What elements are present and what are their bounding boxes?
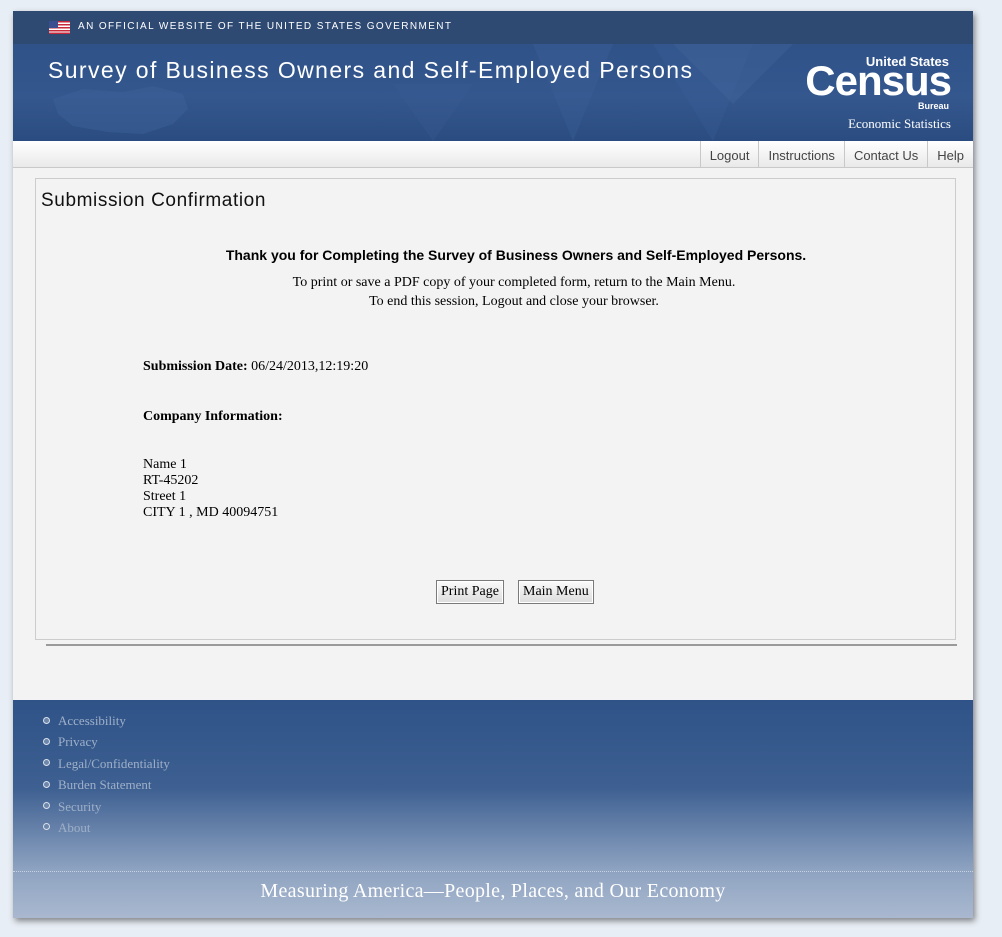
gov-notice-bar: AN OFFICIAL WEBSITE OF THE UNITED STATES…: [13, 11, 973, 44]
logo-census: Census: [805, 57, 952, 104]
page-title: Submission Confirmation: [41, 190, 266, 211]
top-nav: Logout Instructions Contact Us Help: [13, 141, 973, 168]
bullet-icon: [43, 759, 50, 767]
gov-notice-text: AN OFFICIAL WEBSITE OF THE UNITED STATES…: [78, 21, 453, 32]
bullet-icon: [43, 737, 50, 745]
main-menu-button[interactable]: Main Menu: [518, 580, 594, 604]
company-info-label: Company Information:: [143, 409, 283, 424]
bullet-icon: [43, 780, 50, 788]
confirmation-panel: Submission Confirmation Thank you for Co…: [35, 178, 956, 640]
footer-link-label: Privacy: [58, 734, 98, 750]
footer-link-security[interactable]: Security: [43, 796, 170, 817]
thank-you-message: Thank you for Completing the Survey of B…: [225, 247, 807, 263]
bullet-icon: [43, 802, 50, 810]
census-logo[interactable]: United States Census Bureau Economic Sta…: [805, 54, 955, 134]
nav-help[interactable]: Help: [927, 141, 973, 167]
divider: [46, 644, 957, 646]
site-footer: Accessibility Privacy Legal/Confidential…: [13, 700, 973, 918]
address-line: RT-45202: [143, 473, 199, 488]
footer-link-accessibility[interactable]: Accessibility: [43, 710, 170, 731]
footer-link-legal[interactable]: Legal/Confidentiality: [43, 753, 170, 774]
instructions-text: To print or save a PDF copy of your comp…: [36, 273, 992, 311]
footer-link-label: Accessibility: [58, 713, 126, 728]
nav-contact-us[interactable]: Contact Us: [843, 141, 927, 167]
footer-link-label: About: [58, 819, 91, 835]
nav-logout[interactable]: Logout: [699, 141, 759, 167]
instruction-line: To end this session, Logout and close yo…: [369, 294, 659, 309]
footer-link-about[interactable]: About: [43, 817, 170, 838]
company-address: Name 1 RT-45202 Street 1 CITY 1 , MD 400…: [143, 457, 278, 521]
footer-tagline: Measuring America—People, Places, and Ou…: [260, 880, 726, 902]
address-line: CITY 1 , MD 40094751: [143, 505, 279, 520]
site-title: Survey of Business Owners and Self-Emplo…: [48, 57, 694, 83]
submission-date-label: Submission Date:: [143, 359, 248, 374]
footer-link-label: Burden Statement: [58, 777, 152, 793]
print-page-button[interactable]: Print Page: [436, 580, 504, 604]
address-line: Street 1: [143, 489, 187, 504]
nav-instructions[interactable]: Instructions: [758, 141, 843, 167]
footer-link-label: Security: [58, 798, 102, 814]
bullet-icon: [43, 716, 50, 724]
logo-economic-statistics: Economic Statistics: [848, 116, 951, 131]
address-line: Name 1: [143, 457, 187, 472]
submission-date: Submission Date: 06/24/2013,12:19:20: [143, 359, 368, 375]
instruction-line: To print or save a PDF copy of your comp…: [292, 275, 736, 290]
footer-link-burden[interactable]: Burden Statement: [43, 774, 170, 795]
page-frame: AN OFFICIAL WEBSITE OF THE UNITED STATES…: [13, 11, 973, 918]
footer-link-privacy[interactable]: Privacy: [43, 731, 170, 752]
footer-link-label: Legal/Confidentiality: [58, 755, 170, 771]
logo-bureau: Bureau: [917, 101, 949, 111]
bullet-icon: [43, 823, 50, 831]
us-flag-icon: [49, 21, 70, 34]
footer-divider: [13, 871, 973, 872]
submission-date-value: 06/24/2013,12:19:20: [251, 359, 369, 374]
site-banner: Survey of Business Owners and Self-Emplo…: [13, 44, 973, 141]
footer-links: Accessibility Privacy Legal/Confidential…: [43, 710, 170, 838]
